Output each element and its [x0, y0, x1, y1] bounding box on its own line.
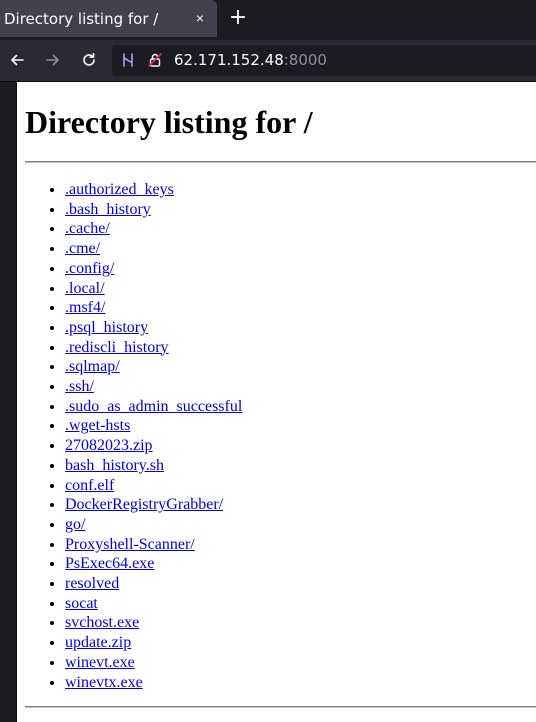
permissions-icon[interactable] — [120, 52, 136, 68]
file-link[interactable]: PsExec64.exe — [65, 555, 154, 572]
navigation-toolbar: 62.171.152.48:8000 — [0, 40, 536, 82]
file-link[interactable]: .wget-hsts — [65, 417, 130, 434]
list-item: conf.elf — [65, 476, 242, 496]
list-item: .wget-hsts — [65, 416, 242, 436]
address-bar[interactable]: 62.171.152.48:8000 — [112, 45, 536, 76]
list-item: .local/ — [65, 279, 242, 299]
list-item: .sudo_as_admin_successful — [65, 397, 242, 417]
list-item: .psql_history — [65, 318, 242, 338]
file-link[interactable]: .cache/ — [65, 220, 110, 237]
tab-title: Directory listing for / — [4, 9, 159, 28]
page-content: Directory listing for / .authorized_keys… — [17, 82, 536, 722]
list-item: PsExec64.exe — [65, 554, 242, 574]
new-tab-button[interactable]: + — [227, 7, 249, 29]
file-link[interactable]: .bash_history — [65, 201, 151, 218]
arrow-left-icon — [11, 54, 24, 66]
tab-strip: Directory listing for / × + — [0, 0, 536, 40]
file-link[interactable]: conf.elf — [65, 477, 114, 494]
reload-icon — [83, 53, 95, 66]
list-item: svchost.exe — [65, 613, 242, 633]
file-link[interactable]: .rediscli_history — [65, 339, 169, 356]
bottom-divider — [25, 706, 536, 708]
list-item: update.zip — [65, 633, 242, 653]
file-link[interactable]: .psql_history — [65, 319, 148, 336]
url-port: :8000 — [283, 51, 327, 69]
file-link[interactable]: winevt.exe — [65, 654, 135, 671]
list-item: DockerRegistryGrabber/ — [65, 495, 242, 515]
file-link[interactable]: socat — [65, 595, 98, 612]
list-item: winevtx.exe — [65, 673, 242, 693]
file-link[interactable]: svchost.exe — [65, 614, 139, 631]
url-host: 62.171.152.48 — [174, 51, 284, 69]
file-link[interactable]: .authorized_keys — [65, 181, 174, 198]
file-link[interactable]: .config/ — [65, 260, 114, 277]
file-link[interactable]: update.zip — [65, 634, 131, 651]
directory-list: .authorized_keys .bash_history .cache/ .cme… — [25, 180, 242, 692]
file-link[interactable]: bash_history.sh — [65, 457, 164, 474]
file-link[interactable]: winevtx.exe — [65, 674, 143, 691]
list-item: 27082023.zip — [65, 436, 242, 456]
file-link[interactable]: resolved — [65, 575, 119, 592]
active-tab[interactable]: Directory listing for / × — [0, 0, 217, 37]
lock-icon — [148, 53, 162, 67]
list-item: .ssh/ — [65, 377, 242, 397]
page-title: Directory listing for / — [25, 104, 313, 140]
file-link[interactable]: Proxyshell-Scanner/ — [65, 536, 195, 553]
list-item: .bash_history — [65, 200, 242, 220]
list-item: Proxyshell-Scanner/ — [65, 535, 242, 555]
list-item: .authorized_keys — [65, 180, 242, 200]
sidebar-gutter — [0, 82, 17, 722]
list-item: .msf4/ — [65, 298, 242, 318]
list-item: socat — [65, 594, 242, 614]
list-item: .cache/ — [65, 219, 242, 239]
reload-button[interactable] — [78, 49, 100, 71]
list-item: .sqlmap/ — [65, 357, 242, 377]
list-item: .rediscli_history — [65, 338, 242, 358]
back-button[interactable] — [6, 49, 28, 71]
file-link[interactable]: .ssh/ — [65, 378, 94, 395]
file-link[interactable]: go/ — [65, 516, 85, 533]
file-link[interactable]: .sqlmap/ — [65, 358, 120, 375]
tracking-protection-icon — [123, 53, 133, 67]
close-tab-icon[interactable]: × — [191, 9, 209, 27]
forward-button[interactable] — [42, 49, 64, 71]
list-item: .config/ — [65, 259, 242, 279]
insecure-lock-icon[interactable] — [147, 52, 163, 68]
file-link[interactable]: DockerRegistryGrabber/ — [65, 496, 223, 513]
list-item: .cme/ — [65, 239, 242, 259]
top-divider — [25, 161, 536, 163]
list-item: resolved — [65, 574, 242, 594]
file-link[interactable]: .msf4/ — [65, 299, 105, 316]
url-text: 62.171.152.48:8000 — [174, 51, 327, 70]
file-link[interactable]: .local/ — [65, 280, 105, 297]
file-link[interactable]: 27082023.zip — [65, 437, 153, 454]
list-item: bash_history.sh — [65, 456, 242, 476]
file-link[interactable]: .sudo_as_admin_successful — [65, 398, 242, 415]
file-link[interactable]: .cme/ — [65, 240, 100, 257]
list-item: winevt.exe — [65, 653, 242, 673]
list-item: go/ — [65, 515, 242, 535]
arrow-right-icon — [46, 54, 59, 66]
